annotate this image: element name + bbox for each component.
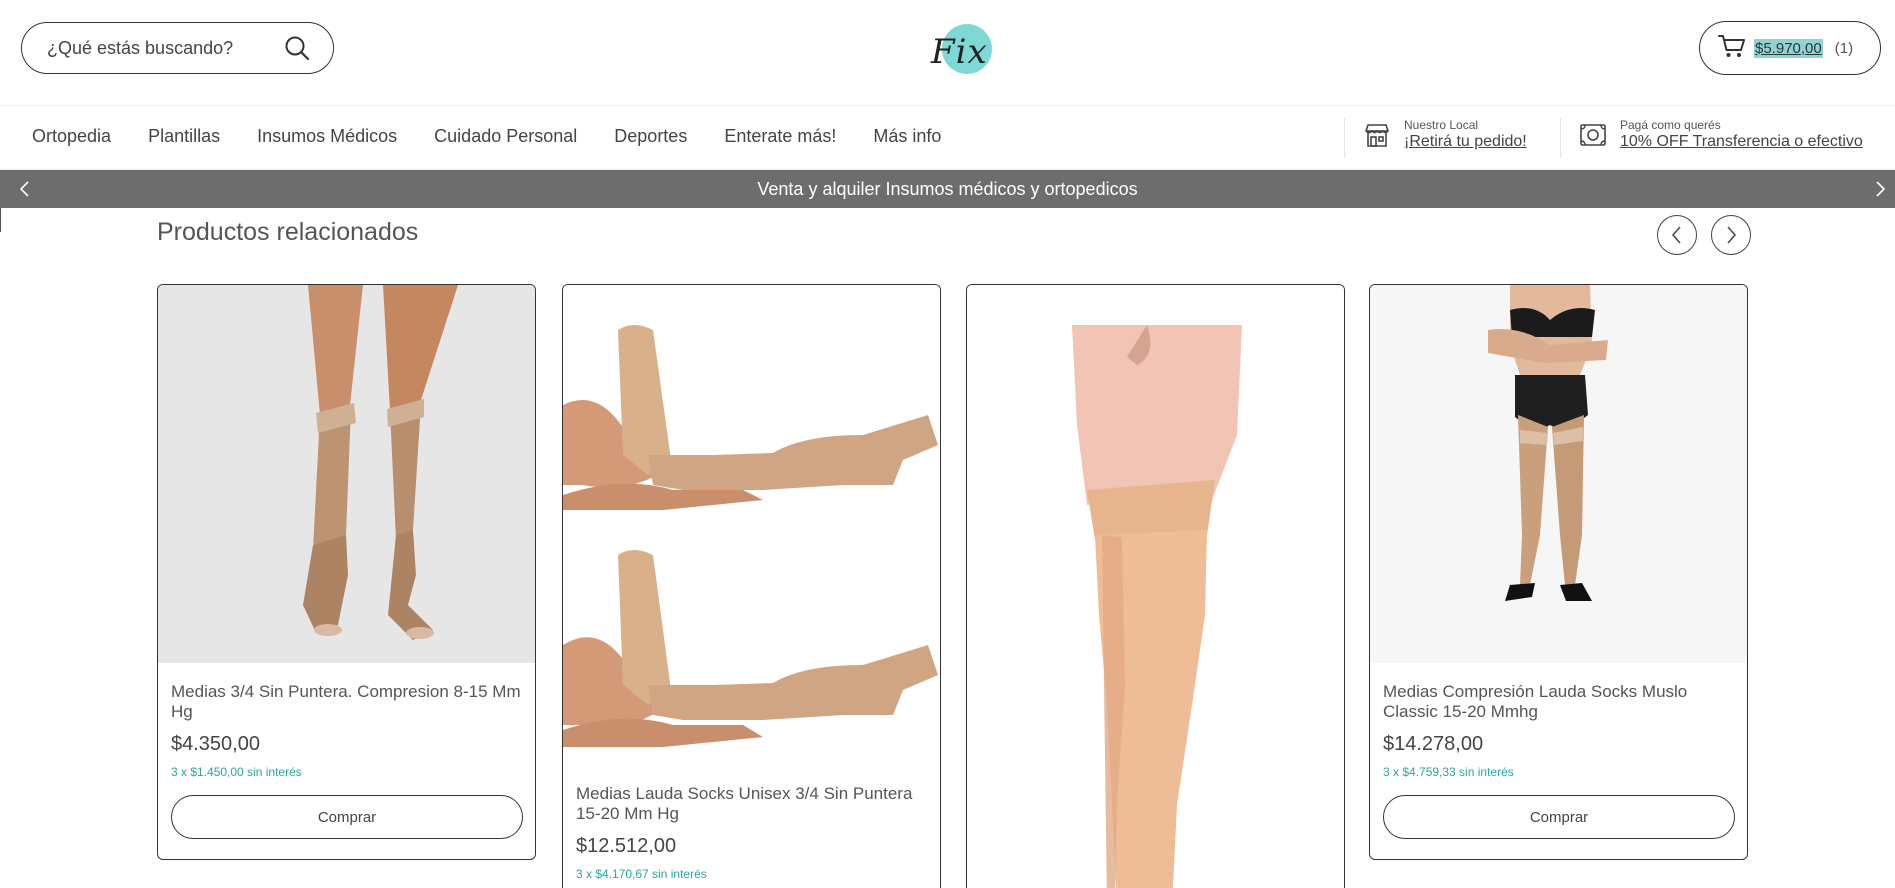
nav-divider <box>1560 118 1561 158</box>
product-info: Medias Lauda Socks Unisex 3/4 Sin Punter… <box>563 784 940 888</box>
site-header: Fix $5.970,00 (1) <box>0 0 1895 106</box>
product-info: Medias 3/4 Sin Puntera. Compresion 8-15 … <box>158 682 535 855</box>
product-price: $4.350,00 <box>171 733 260 755</box>
search-input[interactable] <box>47 37 267 59</box>
product-installments: 3 x $4.759,33 sin interés <box>1383 765 1514 779</box>
nav-item-ortopedia[interactable]: Ortopedia <box>32 126 111 147</box>
announcement-prev-icon[interactable] <box>14 178 36 200</box>
cart-amount: $5.970,00 <box>1754 38 1823 58</box>
store-pickup-link[interactable]: ¡Retirá tu pedido! <box>1404 132 1527 152</box>
payment-link[interactable]: 10% OFF Transferencia o efectivo <box>1620 132 1863 152</box>
chevron-right-icon <box>1727 226 1736 244</box>
chevron-left-icon <box>1672 226 1681 244</box>
site-logo[interactable]: Fix <box>928 18 998 80</box>
nav-menu: Ortopedia Plantillas Insumos Médicos Cui… <box>32 126 978 147</box>
nav-item-plantillas[interactable]: Plantillas <box>148 126 220 147</box>
product-info: Medias Compresión Lauda Socks Muslo Clas… <box>1370 682 1747 855</box>
product-card[interactable]: Medias Lauda Socks Unisex 3/4 Sin Punter… <box>562 284 941 888</box>
product-price: $12.512,00 <box>576 835 677 857</box>
store-pickup-caption: Nuestro Local <box>1404 118 1479 132</box>
cart-icon <box>1718 33 1746 64</box>
nav-item-deportes[interactable]: Deportes <box>614 126 687 147</box>
product-name[interactable]: Medias 3/4 Sin Puntera. Compresion 8-15 … <box>171 682 522 722</box>
product-price: $14.278,00 <box>1383 733 1484 755</box>
product-installments: 3 x $1.450,00 sin interés <box>171 765 302 779</box>
announcement-text: Venta y alquiler Insumos médicos y ortop… <box>757 178 1138 199</box>
cart-button[interactable]: $5.970,00 (1) <box>1699 21 1881 75</box>
buy-button[interactable]: Comprar <box>171 795 523 839</box>
store-icon <box>1362 120 1392 150</box>
announcement-next-icon[interactable] <box>1869 178 1891 200</box>
product-card[interactable] <box>966 284 1345 888</box>
compression-socks-photo[interactable] <box>563 285 940 765</box>
product-card[interactable]: Medias Compresión Lauda Socks Muslo Clas… <box>1369 284 1748 860</box>
product-name[interactable]: Medias Lauda Socks Unisex 3/4 Sin Punter… <box>576 784 927 824</box>
nav-item-insumos-medicos[interactable]: Insumos Médicos <box>257 126 397 147</box>
related-products-title: Productos relacionados <box>157 218 419 246</box>
payment-info[interactable]: Pagá como querés 10% OFF Transferencia o… <box>1578 118 1863 152</box>
store-pickup-info[interactable]: Nuestro Local ¡Retirá tu pedido! <box>1362 118 1527 152</box>
nav-item-enterate-mas[interactable]: Enterate más! <box>724 126 836 147</box>
nav-item-mas-info[interactable]: Más info <box>873 126 941 147</box>
product-card[interactable]: Medias 3/4 Sin Puntera. Compresion 8-15 … <box>157 284 536 860</box>
nav-divider <box>1344 118 1345 158</box>
buy-button[interactable]: Comprar <box>1383 795 1735 839</box>
carousel-next-button[interactable] <box>1711 215 1751 255</box>
main-navigation: Ortopedia Plantillas Insumos Médicos Cui… <box>0 106 1895 170</box>
model-thigh-stockings-photo[interactable] <box>1370 285 1747 663</box>
cart-count: (1) <box>1834 39 1854 57</box>
cash-icon <box>1578 120 1608 150</box>
search-bar[interactable] <box>21 22 334 74</box>
left-edge-divider <box>0 208 1 232</box>
announcement-bar: Venta y alquiler Insumos médicos y ortop… <box>0 170 1895 208</box>
search-icon[interactable] <box>283 34 311 62</box>
product-name[interactable]: Medias Compresión Lauda Socks Muslo Clas… <box>1383 682 1734 722</box>
product-installments: 3 x $4.170,67 sin interés <box>576 867 707 881</box>
knee-high-stockings-photo[interactable] <box>158 285 535 663</box>
carousel-prev-button[interactable] <box>1657 215 1697 255</box>
nav-item-cuidado-personal[interactable]: Cuidado Personal <box>434 126 577 147</box>
thigh-high-stocking-photo[interactable] <box>967 285 1344 888</box>
payment-caption: Pagá como querés <box>1620 118 1721 132</box>
logo-text: Fix <box>931 32 988 72</box>
